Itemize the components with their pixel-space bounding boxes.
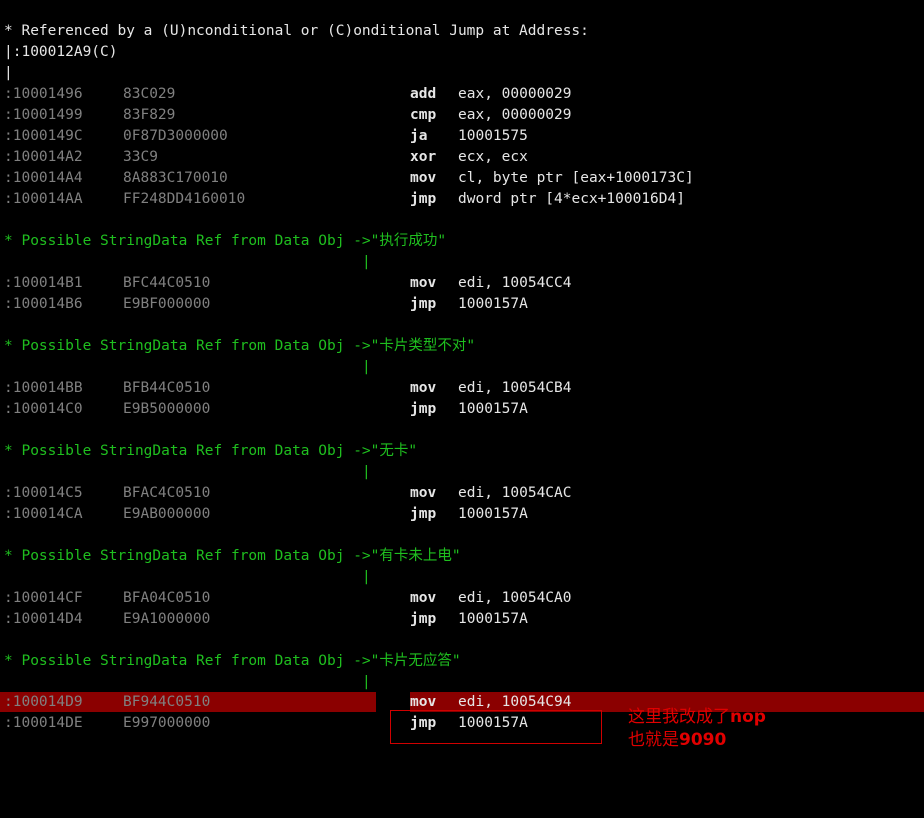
code-line[interactable]: :100014CF BFA04C0510 mov edi, 10054CA0 [0,588,924,609]
mnemonic: mov [410,170,437,186]
address: :100014A2 [4,149,83,165]
address: :10001496 [4,86,83,102]
flow-pipe-line: | [0,357,924,378]
string-data-reference[interactable]: * Possible StringData Ref from Data Obj … [4,231,446,252]
address: :100014BB [4,380,83,396]
string-data-reference[interactable]: * Possible StringData Ref from Data Obj … [4,546,461,567]
flow-pipe: | [362,359,371,375]
code-line[interactable]: :100014AA FF248DD4160010 jmp dword ptr [… [0,189,924,210]
operands: 1000157A [458,296,528,312]
address: :100014B6 [4,296,83,312]
jump-reference-address[interactable]: |:100012A9(C) [4,42,118,63]
opcode-bytes: BF944C0510 [123,694,211,710]
operands: 1000157A [458,401,528,417]
string-data-reference[interactable]: * Possible StringData Ref from Data Obj … [4,441,417,462]
address: :1000149C [4,128,83,144]
address: :100014AA [4,191,83,207]
annotation-emphasis: nop [730,707,766,727]
flow-pipe: | [362,254,371,270]
mnemonic: jmp [410,296,437,312]
string-data-reference[interactable]: * Possible StringData Ref from Data Obj … [4,651,461,672]
flow-pipe-line: | [0,252,924,273]
mnemonic: jmp [410,506,437,522]
opcode-bytes: 83F829 [123,107,176,123]
flow-pipe-line: | [0,567,924,588]
jump-reference-header: * Referenced by a (U)nconditional or (C)… [4,23,589,39]
operands: edi, 10054CAC [458,485,572,501]
code-line[interactable]: :10001499 83F829 cmp eax, 00000029 [0,105,924,126]
operands: edi, 10054CB4 [458,380,572,396]
address: :100014DE [4,715,83,731]
mnemonic: mov [410,485,437,501]
operands: 10001575 [458,128,528,144]
opcode-bytes: BFB44C0510 [123,380,211,396]
opcode-bytes: 33C9 [123,149,158,165]
mnemonic: jmp [410,611,437,627]
address: :100014C0 [4,401,83,417]
annotation-note-line2: 也就是9090 [628,729,726,751]
address: :100014B1 [4,275,83,291]
address: :100014D9 [4,694,83,710]
flow-pipe-line: | [0,672,924,693]
operands: dword ptr [4*ecx+100016D4] [458,191,685,207]
mnemonic: ja [410,128,428,144]
code-line[interactable]: :100014BB BFB44C0510 mov edi, 10054CB4 [0,378,924,399]
operands: 1000157A [458,506,528,522]
address: :100014CF [4,590,83,606]
address: :100014A4 [4,170,83,186]
opcode-bytes: BFAC4C0510 [123,485,211,501]
flow-pipe: | [362,569,371,585]
opcode-bytes: E9A1000000 [123,611,211,627]
annotation-emphasis: 9090 [679,730,727,750]
code-line[interactable]: :100014A2 33C9 xor ecx, ecx [0,147,924,168]
opcode-bytes: E997000000 [123,715,211,731]
mnemonic: jmp [410,191,437,207]
flow-pipe-line: | [0,462,924,483]
flow-pipe: | [4,65,13,81]
opcode-bytes: E9B5000000 [123,401,211,417]
mnemonic: add [410,86,437,102]
mnemonic: mov [410,590,437,606]
opcode-bytes: E9BF000000 [123,296,211,312]
address: :100014D4 [4,611,83,627]
opcode-bytes: 8A883C170010 [123,170,228,186]
opcode-bytes: FF248DD4160010 [123,191,246,207]
mnemonic: mov [410,275,437,291]
operands: cl, byte ptr [eax+1000173C] [458,170,694,186]
mnemonic: xor [410,149,437,165]
operands: eax, 00000029 [458,107,572,123]
annotation-text: 这里我改成了 [628,707,730,727]
code-line[interactable]: :100014B1 BFC44C0510 mov edi, 10054CC4 [0,273,924,294]
opcode-bytes: 83C029 [123,86,176,102]
operands: edi, 10054CA0 [458,590,572,606]
opcode-bytes: E9AB000000 [123,506,211,522]
code-line[interactable]: :100014A4 8A883C170010 mov cl, byte ptr … [0,168,924,189]
operands: eax, 00000029 [458,86,572,102]
string-data-reference[interactable]: * Possible StringData Ref from Data Obj … [4,336,475,357]
code-line[interactable]: :1000149C 0F87D3000000 ja 10001575 [0,126,924,147]
operands: edi, 10054CC4 [458,275,572,291]
code-line[interactable]: :100014CA E9AB000000 jmp 1000157A [0,504,924,525]
operands: ecx, ecx [458,149,528,165]
code-line[interactable]: :100014B6 E9BF000000 jmp 1000157A [0,294,924,315]
operands: 1000157A [458,611,528,627]
opcode-bytes: BFC44C0510 [123,275,211,291]
annotation-note-line1: 这里我改成了nop [628,706,766,728]
annotation-text: 也就是 [628,730,679,750]
address: :100014C5 [4,485,83,501]
code-line[interactable]: :100014C0 E9B5000000 jmp 1000157A [0,399,924,420]
flow-pipe: | [362,674,371,690]
code-line[interactable]: :10001496 83C029 add eax, 00000029 [0,84,924,105]
code-line[interactable]: :100014C5 BFAC4C0510 mov edi, 10054CAC [0,483,924,504]
opcode-bytes: 0F87D3000000 [123,128,228,144]
opcode-bytes: BFA04C0510 [123,590,211,606]
flow-pipe: | [362,464,371,480]
address: :100014CA [4,506,83,522]
address: :10001499 [4,107,83,123]
annotation-box [390,710,602,744]
code-line[interactable]: :100014D4 E9A1000000 jmp 1000157A [0,609,924,630]
mnemonic: jmp [410,401,437,417]
mnemonic: cmp [410,107,437,123]
mnemonic: mov [410,380,437,396]
